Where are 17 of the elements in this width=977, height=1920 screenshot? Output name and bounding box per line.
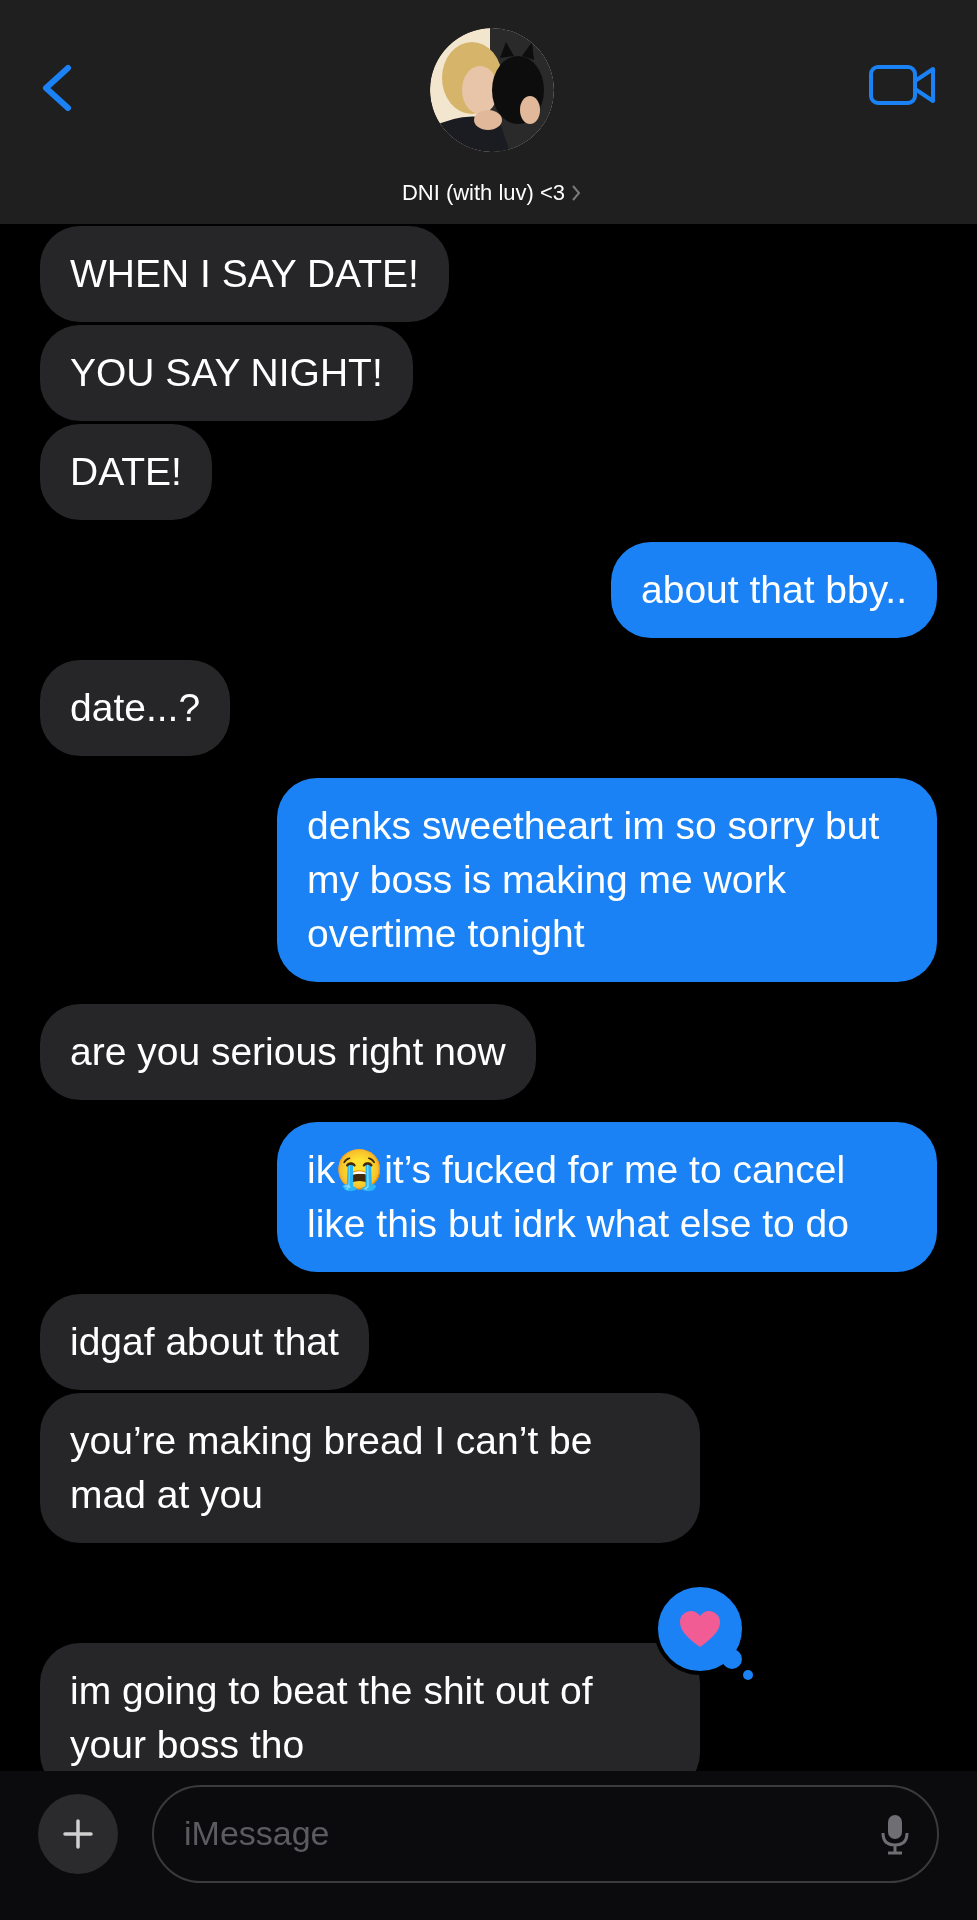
back-icon[interactable] (40, 64, 74, 112)
received-message: idgaf about that (40, 1294, 369, 1390)
received-message: DATE! (40, 424, 212, 520)
microphone-icon[interactable] (881, 1812, 909, 1855)
sent-message: ik😭it’s fucked for me to cancel like this but idrk what else to do (277, 1122, 937, 1272)
received-message: date...? (40, 660, 231, 756)
message-field[interactable]: iMessage (152, 1784, 939, 1883)
chevron-right-icon (571, 183, 582, 202)
plus-icon (63, 1818, 93, 1849)
sent-message: denks sweetheart im so sorry but my boss is making me work overtime tonight (277, 778, 937, 982)
contact-name[interactable]: DNI (with luv) <3 (401, 176, 566, 209)
received-message: are you serious right now (40, 1004, 536, 1100)
received-message: WHEN I SAY DATE! (40, 226, 449, 322)
received-message: YOU SAY NIGHT! (40, 325, 413, 421)
sent-message: about that bby.. (611, 542, 937, 638)
received-message: you’re making bread I can’t be mad at you (40, 1393, 700, 1543)
video-call-icon[interactable] (869, 64, 937, 106)
